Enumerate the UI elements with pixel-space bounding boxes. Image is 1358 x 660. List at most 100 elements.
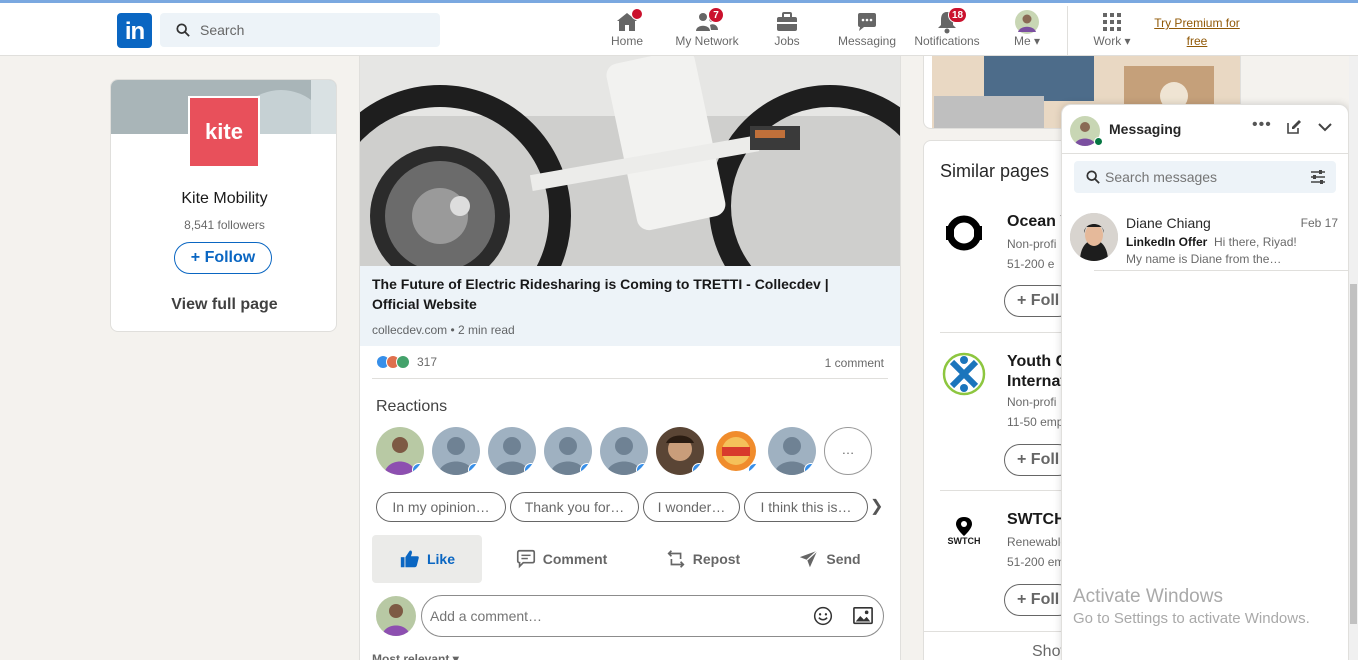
swtch-logo[interactable]: SWTCH bbox=[940, 510, 988, 558]
divider bbox=[372, 378, 888, 379]
reactor-avatar[interactable] bbox=[600, 427, 648, 475]
filter-icon[interactable] bbox=[1310, 170, 1326, 184]
reactions-count[interactable]: 317 bbox=[417, 355, 437, 369]
like-badge-icon bbox=[468, 463, 480, 475]
nav-my-network-label: My Network bbox=[675, 34, 739, 48]
message-search-input[interactable] bbox=[1105, 161, 1295, 193]
reactor-avatar[interactable] bbox=[656, 427, 704, 475]
support-icon bbox=[396, 355, 410, 369]
messaging-panel: Messaging ••• Diane Chiang Feb 17 Linked… bbox=[1061, 104, 1349, 660]
conversation-name: Diane Chiang bbox=[1126, 215, 1211, 231]
more-reactors-button[interactable]: … bbox=[824, 427, 872, 475]
page-scrollbar[interactable] bbox=[1349, 56, 1358, 660]
similar-page-size: 11-50 emp bbox=[1007, 415, 1064, 429]
nav-my-network[interactable]: 7 My Network bbox=[667, 7, 747, 54]
swtch-logo-text: SWTCH bbox=[947, 536, 981, 546]
repost-button[interactable]: Repost bbox=[650, 535, 755, 583]
reactor-avatar[interactable] bbox=[376, 427, 424, 475]
messaging-title[interactable]: Messaging bbox=[1109, 121, 1181, 137]
chevron-down-icon: ▾ bbox=[1033, 34, 1041, 48]
like-badge-icon bbox=[580, 463, 592, 475]
nav-home[interactable]: Home bbox=[587, 8, 667, 54]
divider bbox=[1062, 153, 1348, 154]
nav-notifications[interactable]: 18 Notifications bbox=[907, 7, 987, 54]
thumbs-up-icon bbox=[400, 550, 419, 568]
follow-label: Foll bbox=[1030, 292, 1060, 309]
scrollbar-thumb[interactable] bbox=[1350, 284, 1357, 624]
youth-logo[interactable] bbox=[940, 350, 988, 398]
reactor-avatar[interactable] bbox=[432, 427, 480, 475]
company-name[interactable]: Kite Mobility bbox=[111, 190, 336, 208]
linkedin-logo[interactable]: in bbox=[117, 13, 152, 48]
company-card: kite Kite Mobility 8,541 followers + Fol… bbox=[110, 79, 337, 332]
divider bbox=[1094, 270, 1348, 271]
post-link-image[interactable] bbox=[360, 56, 900, 266]
plus-icon: + bbox=[1017, 451, 1027, 468]
kite-logo[interactable]: kite bbox=[188, 96, 260, 168]
like-badge-icon bbox=[804, 463, 816, 475]
network-badge: 7 bbox=[708, 7, 724, 23]
divider bbox=[940, 490, 1065, 491]
link-meta: collecdev.com • 2 min read bbox=[372, 323, 515, 337]
nav-divider bbox=[1067, 6, 1068, 59]
link-title[interactable]: The Future of Electric Ridesharing is Co… bbox=[372, 274, 872, 314]
nav-me[interactable]: Me ▾ bbox=[987, 8, 1067, 54]
premium-line-1: Try Premium for bbox=[1154, 16, 1240, 30]
notifications-badge: 18 bbox=[948, 7, 968, 23]
search-input[interactable] bbox=[200, 13, 430, 47]
try-premium-link[interactable]: Try Premium for free bbox=[1148, 14, 1246, 50]
suggestion-chip[interactable]: Thank you for… bbox=[510, 492, 639, 522]
reactor-avatar[interactable] bbox=[712, 427, 760, 475]
compose-icon[interactable] bbox=[1286, 119, 1302, 135]
view-full-page-link[interactable]: View full page bbox=[111, 296, 336, 314]
conversation-item[interactable]: Diane Chiang Feb 17 LinkedIn Offer Hi th… bbox=[1062, 205, 1348, 271]
emoji-icon[interactable] bbox=[813, 606, 833, 626]
comment-button[interactable]: Comment bbox=[506, 535, 616, 583]
nav-messaging-label: Messaging bbox=[837, 34, 897, 48]
my-avatar[interactable] bbox=[376, 596, 416, 636]
sort-label: Most relevant bbox=[372, 652, 450, 660]
more-options-icon[interactable]: ••• bbox=[1252, 116, 1272, 134]
similar-pages-heading: Similar pages bbox=[940, 161, 1050, 181]
nav-work[interactable]: Work ▾ bbox=[1072, 8, 1152, 54]
reactor-avatar[interactable] bbox=[768, 427, 816, 475]
like-badge-icon bbox=[524, 463, 536, 475]
nav-jobs[interactable]: Jobs bbox=[747, 8, 827, 54]
ocean-logo[interactable] bbox=[940, 209, 988, 257]
reactor-avatar[interactable] bbox=[488, 427, 536, 475]
follow-label: Foll bbox=[1030, 591, 1060, 608]
similar-page-industry: Non-profi bbox=[1007, 395, 1057, 409]
send-label: Send bbox=[826, 551, 861, 567]
suggestion-chip[interactable]: I think this is… bbox=[744, 492, 868, 522]
comment-input[interactable] bbox=[430, 596, 800, 636]
repost-icon bbox=[667, 550, 685, 568]
reactor-avatar[interactable] bbox=[544, 427, 592, 475]
chevron-down-icon: ▾ bbox=[1124, 34, 1131, 48]
similar-page-name[interactable]: Youth C bbox=[1007, 352, 1067, 372]
similar-page-size: 51-200 e bbox=[1007, 257, 1055, 271]
nav-messaging[interactable]: Messaging bbox=[827, 8, 907, 54]
suggestion-chip[interactable]: I wonder… bbox=[643, 492, 740, 522]
network-icon: 7 bbox=[667, 7, 747, 34]
follow-label: Foll bbox=[1030, 451, 1060, 468]
send-icon bbox=[800, 550, 819, 568]
like-button[interactable]: Like bbox=[372, 535, 482, 583]
similar-page-name[interactable]: SWTCH bbox=[1007, 510, 1066, 530]
sort-dropdown[interactable]: Most relevant ▾ bbox=[372, 652, 459, 660]
comment-box[interactable] bbox=[421, 595, 884, 637]
post-link-preview[interactable]: The Future of Electric Ridesharing is Co… bbox=[360, 266, 900, 346]
similar-page-name-line2[interactable]: Internat bbox=[1007, 372, 1066, 392]
chevron-down-icon[interactable] bbox=[1317, 121, 1333, 133]
global-search[interactable] bbox=[160, 13, 440, 47]
comments-count[interactable]: 1 comment bbox=[825, 356, 884, 370]
home-dot bbox=[631, 8, 643, 20]
briefcase-icon bbox=[747, 8, 827, 34]
follow-button[interactable]: + Follow bbox=[174, 242, 272, 274]
reactions-summary[interactable]: 317 bbox=[376, 354, 437, 370]
suggestion-chip[interactable]: In my opinion… bbox=[376, 492, 506, 522]
like-badge-icon bbox=[412, 463, 424, 475]
send-button[interactable]: Send bbox=[787, 535, 872, 583]
image-icon[interactable] bbox=[852, 606, 874, 626]
message-search[interactable] bbox=[1074, 161, 1336, 193]
chevron-right-icon[interactable]: ❯ bbox=[870, 496, 883, 516]
